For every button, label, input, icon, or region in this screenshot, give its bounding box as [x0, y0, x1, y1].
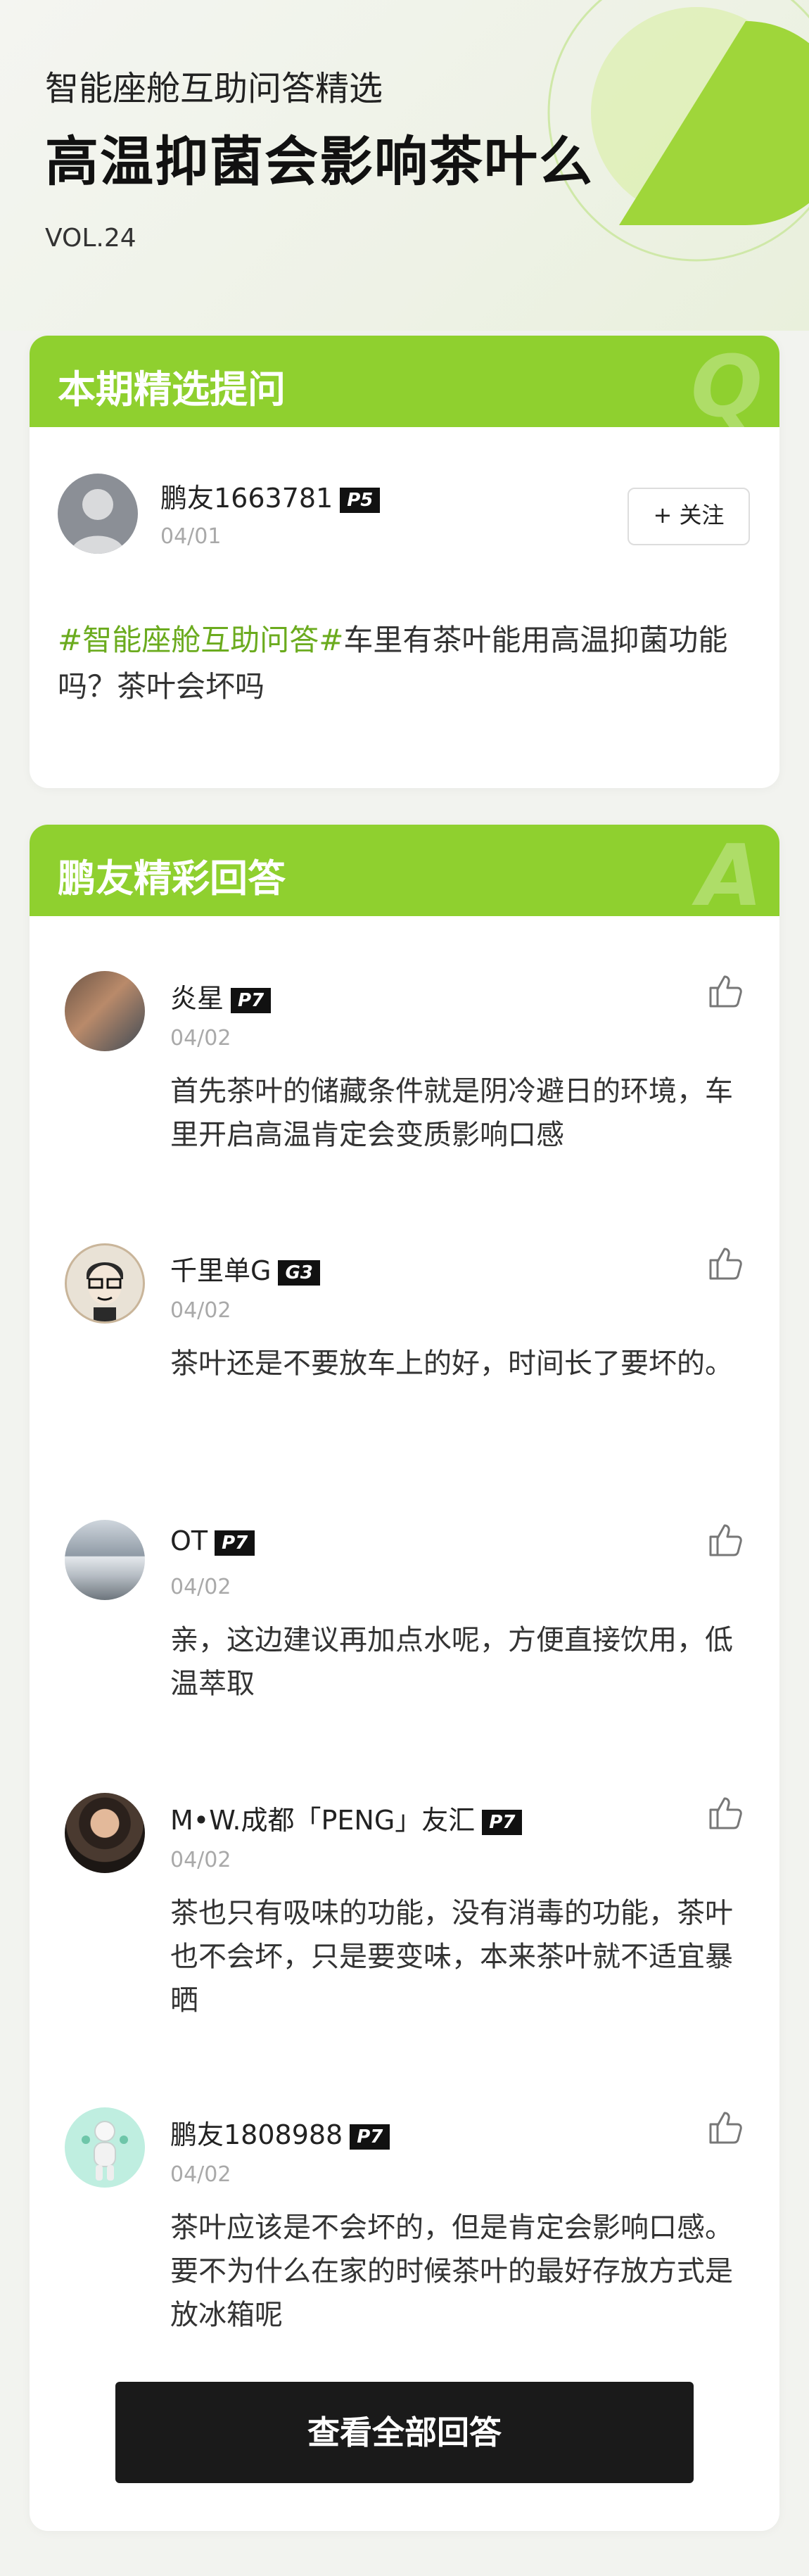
a-watermark: A [697, 827, 763, 925]
user-level-badge: G3 [278, 1260, 320, 1286]
user-level-badge: P7 [482, 1809, 523, 1835]
answer-text: 亲，这边建议再加点水呢，方便直接饮用，低温萃取 [170, 1624, 733, 1700]
answerer-name-row[interactable]: 炎星 P7 [170, 977, 272, 1015]
answer-date: 04/02 [170, 1575, 231, 1599]
default-avatar-icon [70, 489, 125, 554]
answerer-name[interactable]: 千里单G [170, 1255, 271, 1286]
question-section-title: 本期精选提问 [58, 367, 286, 412]
answerer-name[interactable]: 鹏友1808988 [170, 2119, 343, 2150]
answerer-name[interactable]: M•W.成都「PENG」友汇 [170, 1805, 475, 1836]
answer-text: 茶也只有吸味的功能，没有消毒的功能，茶叶也不会坏，只是要变味，本来茶叶就不适宜暴… [170, 1897, 733, 2017]
user-level-badge: P7 [231, 987, 272, 1013]
question-card: 本期精选提问 Q 鹏友1663781 P5 04/01 + 关注 #智能座舱互助问… [30, 336, 779, 788]
answer-text: 首先茶叶的储藏条件就是阴冷避日的环境，车里开启高温肯定会变质影响口感 [170, 1075, 733, 1151]
asker-avatar[interactable] [58, 474, 138, 554]
answer-date: 04/02 [170, 1026, 231, 1051]
follow-button[interactable]: + 关注 [628, 488, 750, 545]
answer-card-header: 鹏友精彩回答 A [30, 825, 779, 925]
mascot-avatar-icon [82, 2121, 128, 2181]
asker-name-row[interactable]: 鹏友1663781 P5 [160, 476, 381, 515]
thumbs-up-icon[interactable] [705, 1520, 744, 1559]
answerer-name-row[interactable]: OT P7 [170, 1525, 255, 1556]
thumbs-up-icon[interactable] [705, 1243, 744, 1283]
question-card-header: 本期精选提问 Q [30, 336, 779, 436]
user-level-badge: P7 [350, 2124, 390, 2150]
volume-label: VOL.24 [45, 224, 136, 253]
answer-date: 04/02 [170, 1298, 231, 1323]
answer-text: 茶叶应该是不会坏的，但是肯定会影响口感。要不为什么在家的时候茶叶的最好存放方式是… [170, 2212, 733, 2331]
answer-date: 04/02 [170, 1848, 231, 1872]
answer-section-title: 鹏友精彩回答 [58, 856, 286, 901]
topic-tag-link[interactable]: #智能座舱互助问答# [58, 623, 343, 657]
thumbs-up-icon[interactable] [705, 971, 744, 1010]
answerer-name-row[interactable]: M•W.成都「PENG」友汇 P7 [170, 1798, 523, 1837]
answerer-avatar[interactable] [65, 1243, 145, 1324]
user-level-badge: P5 [340, 487, 381, 513]
answerer-name-row[interactable]: 鹏友1808988 P7 [170, 2113, 390, 2152]
page-title: 高温抑菌会影响茶叶么 [45, 130, 594, 193]
thumbs-up-icon[interactable] [705, 2107, 744, 2147]
question-text: #智能座舱互助问答#车里有茶叶能用高温抑菌功能吗？茶叶会坏吗 [58, 617, 761, 710]
hero-header: 智能座舱互助问答精选 高温抑菌会影响茶叶么 VOL.24 [0, 0, 809, 331]
page-subtitle: 智能座舱互助问答精选 [45, 69, 383, 108]
answerer-name[interactable]: 炎星 [170, 983, 224, 1014]
answerer-name[interactable]: OT [170, 1525, 208, 1556]
answerer-avatar[interactable] [65, 971, 145, 1051]
answerer-avatar[interactable] [65, 1793, 145, 1873]
cartoon-face-avatar-icon [87, 1262, 123, 1321]
asker-name[interactable]: 鹏友1663781 [160, 483, 333, 514]
answerer-name-row[interactable]: 千里单G G3 [170, 1249, 320, 1288]
answer-card: 鹏友精彩回答 A 炎星 P7 04/02 首先茶叶的储藏条件就是阴冷避日的环境，车… [30, 825, 779, 2531]
answer-text: 茶叶还是不要放车上的好，时间长了要坏的。 [170, 1347, 733, 1380]
answerer-avatar[interactable] [65, 1520, 145, 1600]
answerer-avatar[interactable] [65, 2107, 145, 2188]
user-level-badge: P7 [215, 1530, 255, 1556]
answer-date: 04/02 [170, 2162, 231, 2187]
question-date: 04/01 [160, 524, 222, 549]
q-watermark: Q [690, 338, 763, 436]
view-all-answers-button[interactable]: 查看全部回答 [115, 2382, 694, 2483]
thumbs-up-icon[interactable] [705, 1793, 744, 1832]
